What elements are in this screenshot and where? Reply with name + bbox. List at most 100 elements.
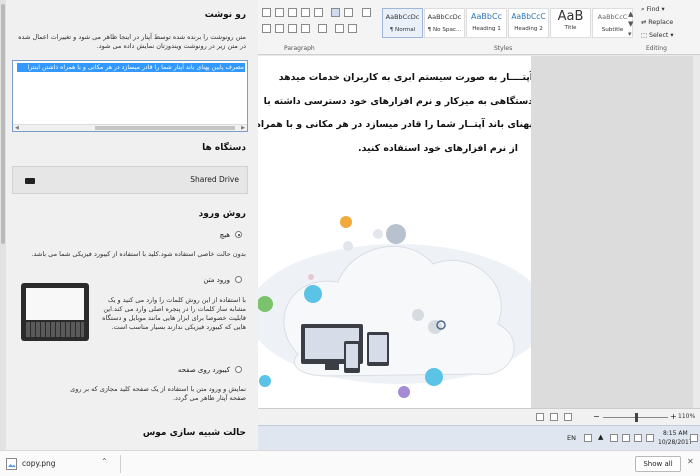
- shared-drive-button[interactable]: Shared Drive: [12, 166, 248, 194]
- borders-icon[interactable]: [348, 24, 357, 33]
- ribbon: Paragraph AaBbCcDc ¶ Normal AaBbCcDc ¶ N…: [258, 0, 700, 55]
- panel-scroll-thumb[interactable]: [1, 4, 5, 244]
- shared-drive-label: Shared Drive: [190, 175, 239, 184]
- select-button[interactable]: ⬚ Select ▾: [641, 32, 674, 39]
- notification-icon[interactable]: [690, 434, 698, 442]
- styles-more-icon[interactable]: ▾: [628, 30, 632, 38]
- battery-icon[interactable]: [622, 434, 630, 442]
- style-name: Title: [564, 25, 577, 31]
- style-preview: AaBbCcDc: [427, 13, 462, 21]
- clipboard-hscroll-thumb[interactable]: [95, 126, 235, 130]
- numbering-icon[interactable]: [275, 8, 284, 17]
- style-preview: AaBbCcC: [511, 12, 546, 21]
- input-method-title: روش ورود: [198, 209, 246, 219]
- language-indicator[interactable]: EN: [567, 434, 576, 442]
- style-name: ¶ No Spac...: [427, 27, 462, 33]
- styles-group-label: Styles: [494, 45, 513, 52]
- tablet-keys: [26, 322, 84, 337]
- keyboard-icon[interactable]: [584, 434, 592, 442]
- shading-icon[interactable]: [335, 24, 344, 33]
- download-bar: copy.png ⌃ Show all ✕: [0, 450, 700, 476]
- show-marks-icon[interactable]: [362, 8, 371, 17]
- zoom-in-icon[interactable]: +: [670, 412, 677, 421]
- radio-text-entry[interactable]: [235, 276, 242, 283]
- style-normal[interactable]: AaBbCcDc ¶ Normal: [382, 8, 423, 38]
- document-line: پهنای باند آپتــار شما را قادر میسازد در…: [258, 119, 531, 130]
- print-layout-icon[interactable]: [550, 413, 558, 421]
- radio-onscreen-keyboard-label: کیبورد روی صفحه: [177, 366, 230, 374]
- increase-indent-icon[interactable]: [314, 8, 323, 17]
- scroll-left-icon[interactable]: ◀: [15, 125, 19, 131]
- style-name: ¶ Normal: [389, 27, 416, 33]
- volume-icon[interactable]: [634, 434, 642, 442]
- line-spacing-icon[interactable]: [318, 24, 327, 33]
- multilevel-list-icon[interactable]: [288, 8, 297, 17]
- find-button[interactable]: ⌕ Find ▾: [641, 6, 665, 14]
- styles-scroll-down-icon[interactable]: ▼: [628, 20, 633, 28]
- sort-icon[interactable]: [344, 8, 353, 17]
- document-line: از نرم افزارهای خود استفاده کنید.: [358, 142, 518, 154]
- style-preview: AaB: [557, 9, 584, 24]
- style-preview: AaBbCcC: [597, 13, 628, 21]
- zoom-slider-knob[interactable]: [635, 413, 638, 422]
- show-all-button[interactable]: Show all: [635, 456, 681, 472]
- radio-onscreen-keyboard[interactable]: [235, 366, 242, 373]
- panel-scrollbar[interactable]: [0, 0, 6, 450]
- style-name: Subtitle: [601, 27, 624, 33]
- zoom-out-icon[interactable]: −: [593, 412, 600, 421]
- network-icon[interactable]: [610, 434, 618, 442]
- align-center-icon[interactable]: [275, 24, 284, 33]
- status-bar: − + 110%: [258, 408, 700, 425]
- document-line: آپتــــار به صورت سیستم ابری به کاربران …: [278, 72, 531, 83]
- chevron-up-icon[interactable]: ⌃: [101, 457, 108, 466]
- radio-text-entry-description: با استفاده از این روش کلمات را وارد می ک…: [102, 296, 246, 331]
- select-label: Select: [648, 32, 669, 39]
- align-right-icon[interactable]: [288, 24, 297, 33]
- chevron-down-icon: ▾: [668, 32, 674, 39]
- rtl-direction-icon[interactable]: [331, 8, 340, 17]
- radio-onscreen-keyboard-description: نمایش و ورود متن با استفاده از یک صفحه ک…: [70, 385, 246, 402]
- taskbar-clock[interactable]: 8:15 AM 10/28/2017: [658, 429, 693, 447]
- radio-none-description: بدون حالت خاصی استفاده شود.کلید با استفا…: [31, 250, 246, 258]
- flag-icon[interactable]: [646, 434, 654, 442]
- radio-none[interactable]: [235, 231, 242, 238]
- document-text[interactable]: آپتــــار به صورت سیستم ابری به کاربران …: [258, 66, 531, 160]
- styles-scroll-up-icon[interactable]: ▲: [628, 10, 633, 18]
- document-scrollbar[interactable]: [693, 56, 700, 408]
- tablet-keyboard-illustration: [21, 283, 89, 341]
- web-layout-icon[interactable]: [564, 413, 572, 421]
- align-left-icon[interactable]: [262, 24, 271, 33]
- select-icon: ⬚: [641, 32, 649, 39]
- style-no-spacing[interactable]: AaBbCcDc ¶ No Spac...: [424, 8, 465, 38]
- tray-expand-icon[interactable]: ▲: [598, 433, 603, 441]
- style-title[interactable]: AaB Title: [550, 8, 591, 38]
- tablet-screen: [26, 288, 84, 320]
- download-filename[interactable]: copy.png: [22, 459, 56, 468]
- document-page[interactable]: آپتــــار به صورت سیستم ابری به کاربران …: [258, 56, 531, 408]
- taskbar: EN ▲ 8:15 AM 10/28/2017: [258, 425, 700, 450]
- style-subtitle[interactable]: AaBbCcC Subtitle: [592, 8, 633, 38]
- style-name: Heading 1: [472, 26, 501, 32]
- clipboard-description: متن رونوشت را برنده شده توسط آپتار در ای…: [18, 33, 246, 50]
- style-heading-2[interactable]: AaBbCcC Heading 2: [508, 8, 549, 38]
- bullets-icon[interactable]: [262, 8, 271, 17]
- mouse-emulation-title: حالت شبیه سازی موس: [142, 428, 246, 438]
- chevron-down-icon: ▾: [659, 6, 665, 13]
- clipboard-hscrollbar[interactable]: ◀ ▶: [13, 124, 247, 131]
- read-mode-icon[interactable]: [536, 413, 544, 421]
- document-line: دستگاهی به میزکار و نرم افزارهای خود دست…: [263, 95, 531, 107]
- decrease-indent-icon[interactable]: [301, 8, 310, 17]
- style-name: Heading 2: [514, 26, 543, 32]
- scroll-right-icon[interactable]: ▶: [241, 125, 245, 131]
- zoom-level[interactable]: 110%: [678, 413, 695, 420]
- justify-icon[interactable]: [301, 24, 310, 33]
- clipboard-textarea[interactable]: مصرف پایین پهنای باند آپتار شما را قادر …: [12, 60, 248, 132]
- download-separator: [120, 455, 121, 473]
- style-heading-1[interactable]: AaBbCc Heading 1: [466, 8, 507, 38]
- word-window: Paragraph AaBbCcDc ¶ Normal AaBbCcDc ¶ N…: [258, 0, 700, 450]
- style-preview: AaBbCc: [471, 12, 502, 21]
- replace-button[interactable]: ⇄ Replace: [641, 19, 673, 26]
- close-icon[interactable]: ✕: [687, 457, 694, 466]
- clipboard-selected-text: مصرف پایین پهنای باند آپتار شما را قادر …: [17, 63, 245, 72]
- editing-group-label: Editing: [646, 45, 667, 52]
